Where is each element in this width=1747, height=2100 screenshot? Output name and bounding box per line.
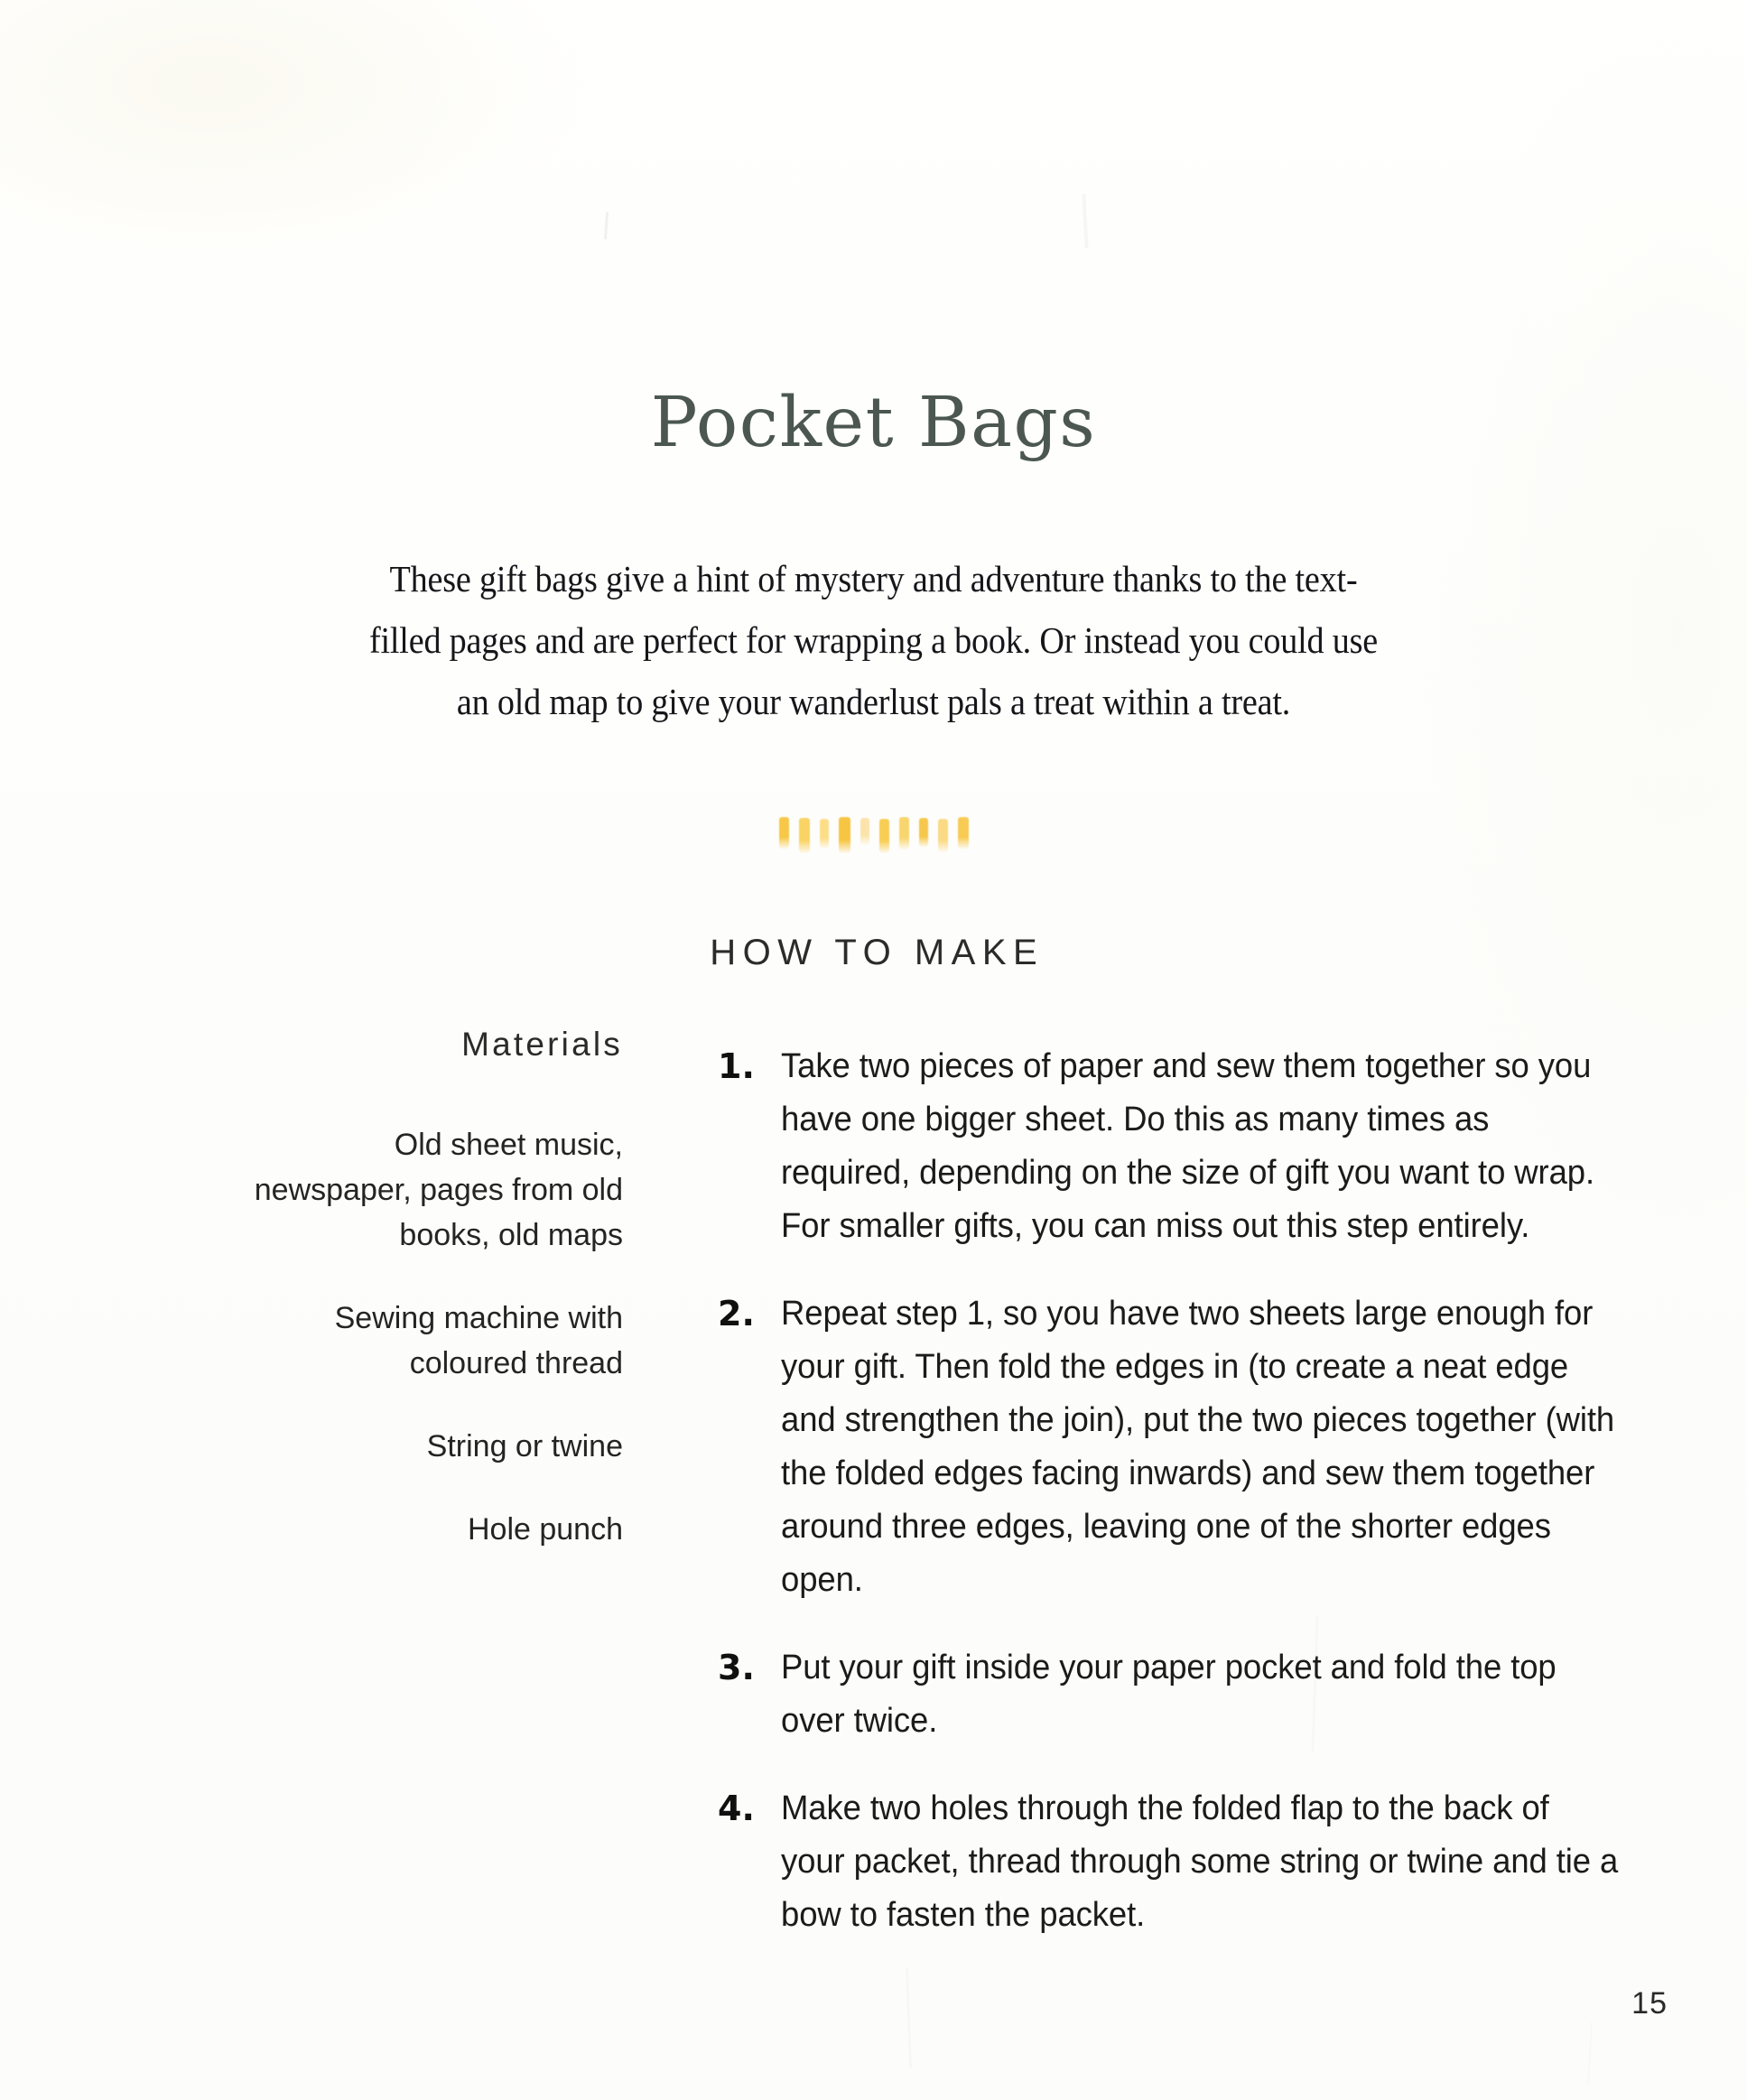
brush-stroke — [918, 818, 928, 848]
step-number: 1. — [718, 1046, 755, 1086]
scan-artifact — [603, 211, 609, 240]
brush-stroke-divider-icon — [0, 817, 1747, 864]
page-number: 15 — [1631, 1986, 1668, 2021]
step-text: Put your gift inside your paper pocket a… — [781, 1649, 1557, 1740]
materials-list: Old sheet music, newspaper, pages from o… — [235, 1122, 623, 1552]
material-item: Hole punch — [467, 1512, 623, 1547]
brush-stroke — [860, 818, 869, 846]
brush-stroke — [957, 817, 969, 850]
step-text: Take two pieces of paper and sew them to… — [781, 1047, 1595, 1245]
instruction-step: 3. Put your gift inside your paper pocket… — [718, 1641, 1657, 1748]
material-item: Sewing machine with coloured thread — [334, 1301, 623, 1380]
material-item: String or twine — [426, 1429, 623, 1463]
materials-heading: Materials — [461, 1026, 623, 1063]
step-number: 2. — [718, 1294, 755, 1333]
step-number: 3. — [718, 1648, 755, 1687]
brush-stroke — [878, 819, 889, 854]
instruction-step: 4. Make two holes through the folded flap… — [718, 1782, 1657, 1942]
scan-artifact — [1587, 2021, 1593, 2086]
materials-column: Materials Old sheet music, newspaper, pa… — [235, 1026, 623, 1552]
step-number: 4. — [718, 1789, 755, 1828]
scan-artifact — [1082, 193, 1089, 249]
section-heading-how-to-make: HOW TO MAKE — [710, 933, 1045, 973]
brush-stroke — [838, 817, 850, 854]
brush-stroke — [778, 817, 789, 850]
instruction-steps-list: 1. Take two pieces of paper and sew them … — [682, 1040, 1657, 1976]
instruction-step: 1. Take two pieces of paper and sew them … — [718, 1040, 1657, 1253]
step-text: Make two holes through the folded flap t… — [781, 1789, 1619, 1934]
instruction-step: 2. Repeat step 1, so you have two sheets … — [718, 1287, 1657, 1607]
brush-stroke — [937, 819, 948, 853]
intro-paragraph: These gift bags give a hint of mystery a… — [368, 558, 1379, 722]
brush-stroke — [798, 818, 810, 854]
brush-stroke — [819, 819, 829, 850]
brush-stroke — [898, 817, 909, 850]
step-text: Repeat step 1, so you have two sheets la… — [781, 1295, 1615, 1599]
material-item: Old sheet music, newspaper, pages from o… — [254, 1128, 623, 1252]
scan-artifact — [906, 1967, 912, 2068]
page-title: Pocket Bags — [650, 382, 1097, 463]
